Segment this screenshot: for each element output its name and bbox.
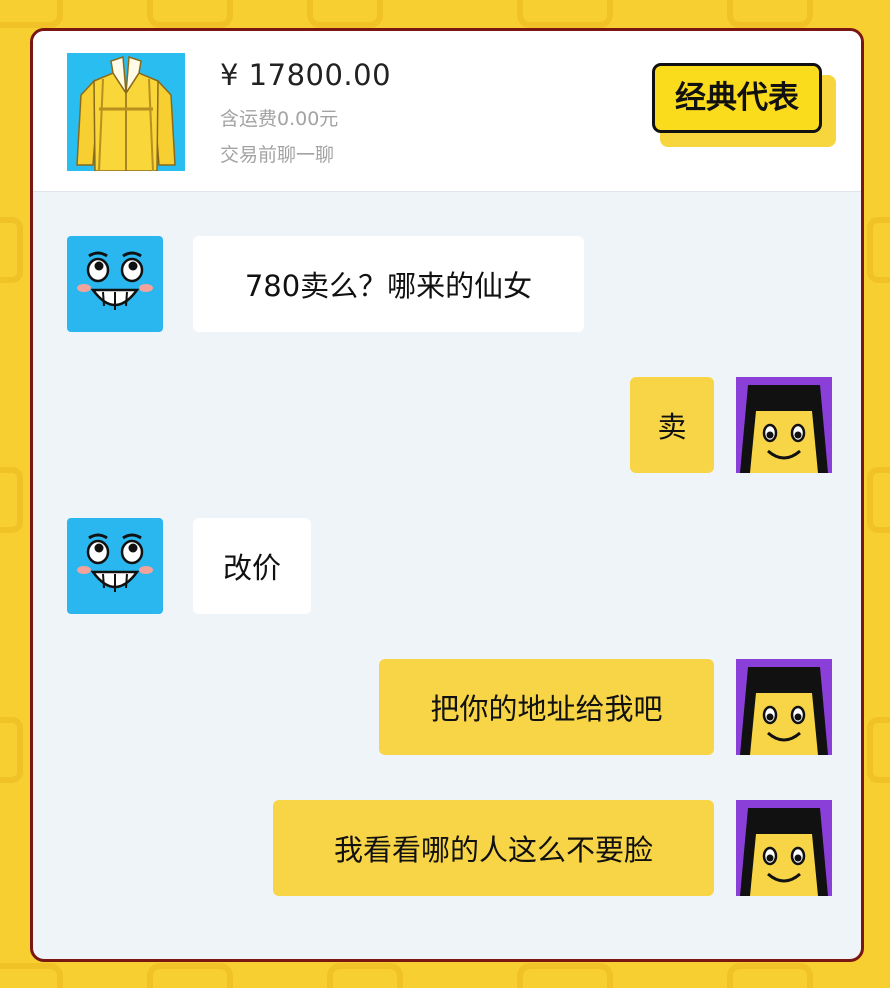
seller-avatar[interactable] <box>736 800 832 896</box>
seller-avatar[interactable] <box>736 659 832 755</box>
buyer-avatar[interactable] <box>67 518 163 614</box>
girl-face-icon <box>736 659 832 755</box>
message-bubble-incoming[interactable]: 改价 <box>193 518 311 614</box>
message-text: 把你的地址给我吧 <box>430 692 663 726</box>
message-text: 改价 <box>222 551 281 585</box>
jacket-icon <box>76 55 176 171</box>
grinning-face-icon <box>67 236 163 332</box>
tag-label: 经典代表 <box>652 63 822 133</box>
product-header[interactable]: ¥ 17800.00 含运费0.00元 交易前聊一聊 经典代表 <box>33 31 861 192</box>
message-bubble-outgoing[interactable]: 卖 <box>630 377 714 473</box>
classic-tag-button[interactable]: 经典代表 <box>652 63 842 149</box>
shipping-fee: 含运费0.00元 <box>220 108 339 130</box>
message-text: 我看看哪的人这么不要脸 <box>333 833 653 867</box>
product-thumbnail[interactable] <box>67 53 185 171</box>
product-price: ¥ 17800.00 <box>220 58 392 92</box>
girl-face-icon <box>736 800 832 896</box>
chat-before-trade-note: 交易前聊一聊 <box>220 144 335 166</box>
message-bubble-incoming[interactable]: 780卖么？哪来的仙女 <box>193 236 584 332</box>
chat-window: ¥ 17800.00 含运费0.00元 交易前聊一聊 经典代表 780卖么？哪来… <box>30 28 864 962</box>
message-bubble-outgoing[interactable]: 把你的地址给我吧 <box>379 659 714 755</box>
message-text: 780卖么？哪来的仙女 <box>244 269 533 303</box>
girl-face-icon <box>736 377 832 473</box>
message-bubble-outgoing[interactable]: 我看看哪的人这么不要脸 <box>273 800 714 896</box>
grinning-face-icon <box>67 518 163 614</box>
seller-avatar[interactable] <box>736 377 832 473</box>
message-text: 卖 <box>657 410 687 444</box>
buyer-avatar[interactable] <box>67 236 163 332</box>
